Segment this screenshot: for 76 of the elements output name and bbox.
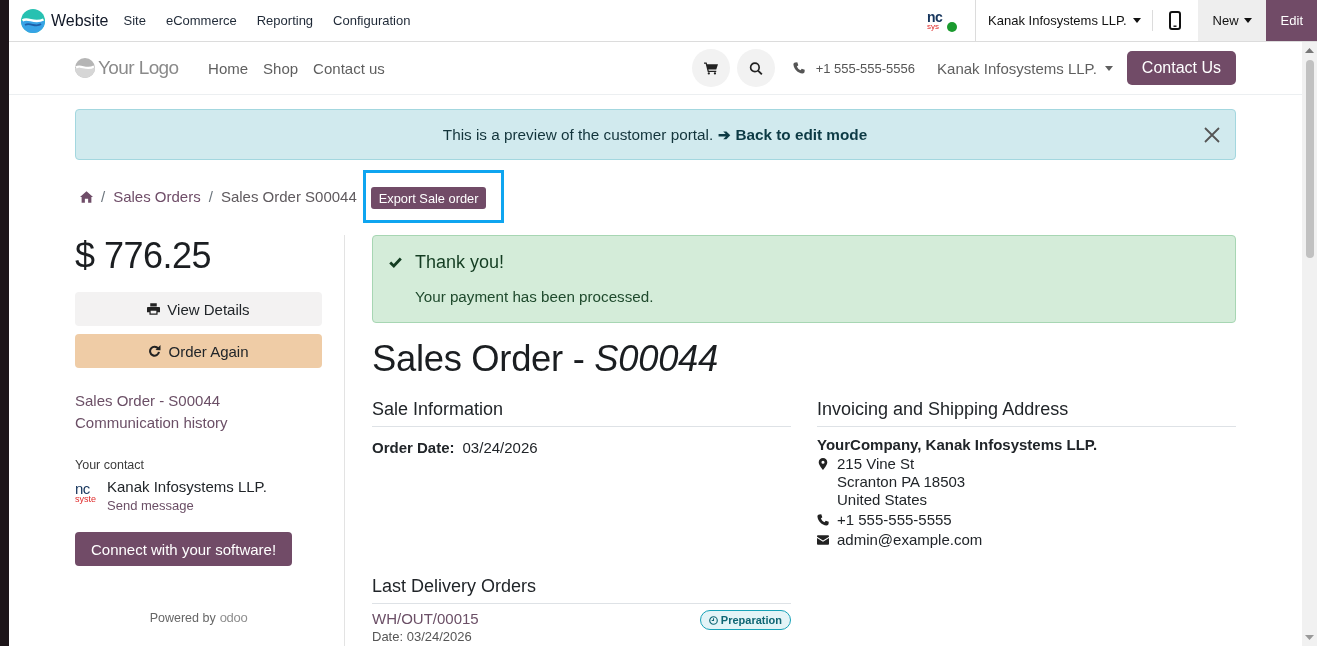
customer-name: YourCompany, Kanak Infosystems LLP. [817, 436, 1099, 453]
alert-title: Thank you! [415, 251, 506, 274]
map-pin-icon [817, 458, 829, 470]
alert-message: Your payment has been processed. [415, 288, 654, 305]
menu-item[interactable]: Reporting [246, 13, 324, 28]
order-title: Sales Order - S00044 [372, 337, 719, 381]
total-amount: $ 776.25 [75, 235, 213, 277]
contact-heading: Your contact [75, 458, 146, 472]
breadcrumb-current: Sales Order S00044 [220, 188, 357, 205]
cart-icon [703, 61, 718, 75]
nav-link[interactable]: Shop [255, 59, 306, 77]
section-heading: Sale Information [372, 398, 791, 427]
phone-number: +1 555-555-5556 [815, 60, 916, 76]
address-line: United States [837, 491, 929, 509]
contact-us-button[interactable]: Contact Us [1126, 51, 1236, 85]
breadcrumb-separator: / [100, 188, 107, 205]
section-heading: Invoicing and Shipping Address [817, 398, 1236, 427]
email-address: admin@example.com [837, 531, 983, 549]
nav-link[interactable]: Contact us [305, 59, 393, 77]
section-heading: Last Delivery Orders [372, 575, 791, 604]
scrollbar-thumb[interactable] [1305, 60, 1314, 258]
company-switcher[interactable]: Kanak Infosystems LLP. [976, 0, 1152, 41]
back-to-edit-link[interactable]: ➔ Back to edit mode [718, 125, 868, 144]
mobile-phone-icon [1168, 11, 1181, 30]
contact-name: Kanak Infosystems LLP. [107, 478, 267, 496]
menu-item[interactable]: eCommerce [155, 13, 247, 28]
status-dot-icon [947, 22, 958, 32]
close-icon [1204, 126, 1220, 143]
company-logo-text: syste [75, 495, 97, 504]
scrollbar[interactable] [1302, 42, 1317, 646]
delivery-order-link[interactable]: WH/OUT/00015 [372, 610, 479, 628]
company-dropdown[interactable]: Kanak Infosystems LLP. [937, 59, 1113, 77]
phone-icon [817, 514, 829, 526]
envelope-icon [817, 534, 829, 546]
company-logo-text: nc [75, 481, 90, 496]
phone-icon [792, 62, 805, 74]
connect-button[interactable]: Connect with your software! [75, 532, 293, 566]
scroll-up-icon[interactable] [1305, 48, 1314, 53]
view-details-button[interactable]: View Details [75, 292, 322, 326]
menu-item[interactable]: Site [113, 13, 156, 28]
phone-number: +1 555-555-5555 [837, 511, 952, 529]
close-button[interactable] [1204, 126, 1220, 143]
caret-icon [1243, 18, 1252, 23]
check-icon [389, 257, 402, 268]
delivery-date: Date: 03/24/2026 [372, 630, 473, 644]
app-logo-icon[interactable] [21, 8, 45, 33]
cart-button[interactable] [691, 49, 730, 87]
powered-by-text: Powered by [149, 611, 216, 625]
printer-icon [147, 303, 161, 315]
search-icon [748, 61, 763, 75]
breadcrumb-link[interactable]: Sales Orders [113, 188, 201, 205]
redo-icon [148, 345, 162, 357]
caret-icon [1104, 65, 1113, 71]
preview-message: This is a preview of the customer portal. [442, 125, 714, 144]
address-line: 215 Vine St [837, 455, 916, 473]
search-button[interactable] [736, 49, 775, 87]
sidebar-link[interactable]: Sales Order - S00044 [75, 390, 322, 412]
company-logo-text: sys [927, 23, 940, 31]
sidebar-link[interactable]: Communication history [75, 412, 322, 434]
caret-icon [1132, 18, 1141, 23]
breadcrumb-separator: / [207, 188, 214, 205]
menu-item[interactable]: Configuration [323, 13, 421, 28]
address-line: Scranton PA 18503 [837, 473, 966, 491]
order-again-button[interactable]: Order Again [75, 334, 322, 368]
send-message-link[interactable]: Send message [107, 498, 194, 513]
export-sale-order-button[interactable]: Export Sale order [370, 187, 487, 209]
clock-icon [708, 615, 718, 625]
app-name[interactable]: Website [51, 11, 109, 30]
field-value: 03/24/2026 [462, 439, 538, 456]
edit-button[interactable]: Edit [1265, 0, 1317, 41]
field-label: Order Date: [372, 439, 455, 456]
nav-link[interactable]: Home [200, 59, 256, 77]
home-icon[interactable] [80, 190, 93, 203]
status-badge: Preparation [699, 610, 791, 630]
company-logo-text: nc [927, 10, 943, 24]
new-button[interactable]: New [1197, 0, 1266, 41]
